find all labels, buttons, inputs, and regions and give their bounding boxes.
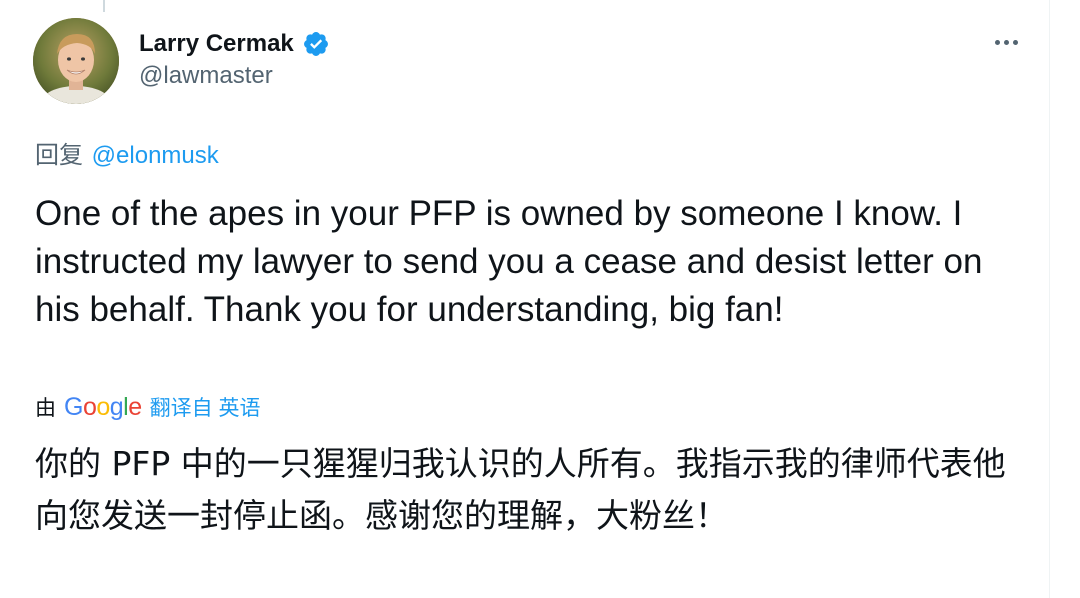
author-name-row[interactable]: Larry Cermak [139, 26, 330, 62]
google-logo-letter: G [64, 393, 83, 421]
verified-badge-icon [303, 32, 328, 56]
tweet-text: One of the apes in your PFP is owned by … [35, 194, 983, 329]
translated-tweet-text: 你的 PFP 中的一只猩猩归我认识的人所有。我指示我的律师代表他向您发送一封停止… [35, 444, 1006, 535]
avatar-photo [33, 18, 119, 104]
reply-prefix: 回复 [35, 142, 83, 169]
google-logo: Google [64, 391, 142, 423]
author-handle[interactable]: @lawmaster [139, 62, 273, 90]
google-logo-letter: o [82, 393, 97, 421]
tweet-card: Larry Cermak @lawmaster 回复 @elonmusk One… [0, 0, 1080, 598]
more-horizontal-icon-dot [1003, 39, 1009, 45]
translation-prefix: 由 [35, 397, 56, 420]
thread-connector-line [103, 0, 105, 12]
author-display-name[interactable]: Larry Cermak [139, 30, 294, 58]
translated-from-link[interactable]: 翻译自 英语 [150, 392, 261, 422]
avatar[interactable] [33, 18, 119, 104]
more-horizontal-icon [994, 39, 1000, 45]
reply-mention-link[interactable]: @elonmusk [92, 142, 219, 169]
column-divider [1049, 0, 1050, 598]
reply-context: 回复 @elonmusk [35, 135, 219, 170]
more-horizontal-icon-dot [1012, 39, 1018, 45]
translation-attribution: 由 Google 翻译自 英语 [35, 391, 260, 423]
google-logo-letter: g [109, 393, 124, 421]
more-options-button[interactable] [988, 30, 1024, 54]
google-logo-letter: o [96, 393, 110, 421]
google-logo-letter: e [128, 393, 142, 421]
